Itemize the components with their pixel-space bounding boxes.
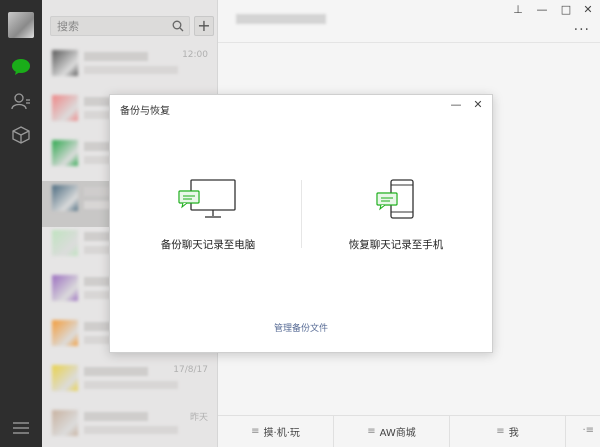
chat-last-message [84,426,178,434]
chat-last-message [84,66,178,74]
tab-label: 摸·机·玩 [263,428,300,439]
chat-name [84,52,148,61]
close-button[interactable]: ✕ [578,2,598,18]
chat-last-message [84,381,178,389]
restore-to-phone-label: 恢复聊天记录至手机 [348,239,444,251]
search-box[interactable] [50,16,190,36]
chat-avatar [52,95,78,121]
chat-avatar [52,320,78,346]
tab-label: 我 [508,428,519,439]
chat-avatar [52,50,78,76]
search-icon[interactable] [172,20,184,32]
keyboard-switch-icon[interactable]: ·≡ [582,425,594,436]
favorites-icon[interactable] [10,124,32,146]
chat-list-item[interactable]: 昨天 [42,406,218,447]
options-divider [301,180,302,248]
minimize-button[interactable]: — [532,2,552,18]
tab-mojiwan[interactable]: ≡ 摸·机·玩 [218,416,334,447]
backup-to-pc-option[interactable]: 备份聊天记录至电脑 [118,175,298,255]
left-nav-bar [0,0,42,447]
user-avatar[interactable] [8,12,34,38]
menu-icon[interactable] [12,421,30,435]
menu-icon: ≡ [251,426,260,437]
chat-avatar [52,185,78,211]
chat-time: 17/8/17 [173,365,208,375]
chat-list-item[interactable]: 12:00 [42,46,218,92]
search-input[interactable] [51,17,171,35]
menu-icon: ≡ [496,426,505,437]
chat-avatar [52,365,78,391]
manage-backup-files-link[interactable]: 管理备份文件 [110,321,492,334]
backup-to-pc-label: 备份聊天记录至电脑 [160,239,256,251]
chat-list-item[interactable]: 17/8/17 [42,361,218,407]
header-divider [218,42,600,43]
chat-avatar [52,230,78,256]
chat-title [236,14,326,24]
tab-aw-mall[interactable]: ≡ AW商城 [334,416,450,447]
add-chat-button[interactable]: + [194,16,214,36]
maximize-button[interactable]: □ [556,2,576,18]
dialog-title: 备份与恢复 [120,106,170,117]
bottom-menu-bar: ≡ 摸·机·玩 ≡ AW商城 ≡ 我 ·≡ [218,415,600,447]
chat-avatar [52,410,78,436]
dialog-minimize-button[interactable]: — [448,97,464,113]
chat-name [84,412,148,421]
tab-label: AW商城 [379,428,416,439]
restore-to-phone-option[interactable]: 恢复聊天记录至手机 [306,175,486,255]
phone-icon [373,179,419,226]
chat-time: 12:00 [182,50,208,60]
computer-icon [177,179,239,222]
chat-avatar [52,140,78,166]
chat-icon[interactable] [10,56,32,78]
tab-me[interactable]: ≡ 我 [450,416,566,447]
chat-avatar [52,275,78,301]
menu-icon: ≡ [367,426,376,437]
more-options-icon[interactable]: ··· [574,22,590,38]
contacts-icon[interactable] [10,90,32,112]
chat-name [84,367,148,376]
backup-restore-dialog: 备份与恢复 — ✕ 备份聊天记录至电脑 恢复聊天记录至手机 管理备份文件 [109,94,493,353]
dialog-close-button[interactable]: ✕ [470,97,486,113]
pin-button[interactable]: ⊥ [508,2,528,18]
chat-time: 昨天 [189,413,208,423]
